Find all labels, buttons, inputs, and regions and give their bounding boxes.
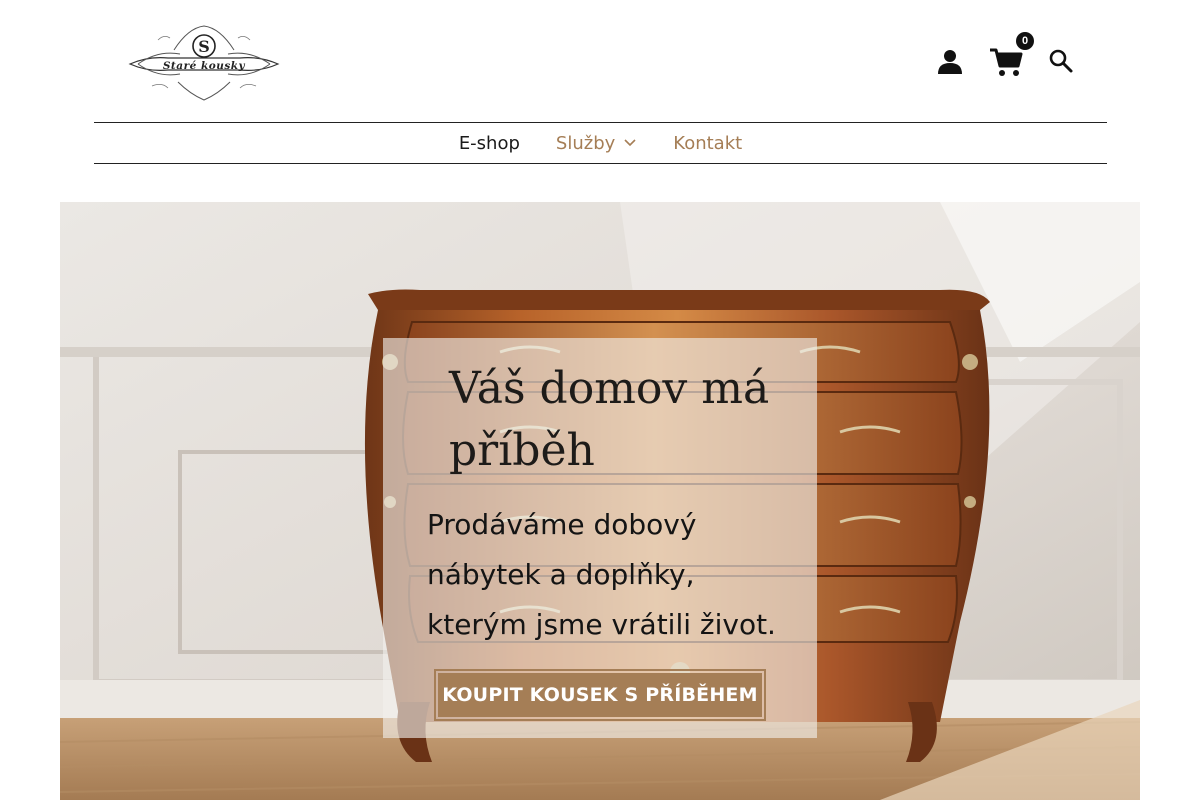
- chevron-down-icon: [624, 139, 636, 147]
- nav-item-kontakt[interactable]: Kontakt: [655, 133, 760, 154]
- hero-title: Váš domov má příběh: [449, 363, 770, 476]
- hero-banner: Váš domov má příběh Prodáváme dobový náb…: [60, 202, 1140, 800]
- nav-item-sluzby[interactable]: Služby: [538, 133, 655, 154]
- cart-icon[interactable]: [988, 44, 1024, 80]
- logo-text: Staré kousky: [162, 60, 246, 72]
- site-header: S Staré kousky 0: [0, 0, 1200, 122]
- hero-subtitle: Prodáváme dobový nábytek a doplňky, kter…: [427, 508, 776, 641]
- site-logo[interactable]: S Staré kousky: [128, 20, 280, 102]
- buy-cta-label: KOUPIT KOUSEK S PŘÍBĚHEM: [438, 673, 762, 717]
- user-icon[interactable]: [934, 48, 966, 76]
- hero-text-panel: Váš domov má příběh Prodáváme dobový náb…: [383, 338, 817, 738]
- nav-item-eshop[interactable]: E-shop: [441, 133, 538, 154]
- buy-cta-button[interactable]: KOUPIT KOUSEK S PŘÍBĚHEM: [434, 669, 766, 721]
- svg-text:S: S: [198, 37, 210, 56]
- main-nav: E-shop Služby Kontakt: [94, 122, 1107, 164]
- cart-count-badge: 0: [1016, 32, 1034, 50]
- search-icon[interactable]: [1048, 48, 1074, 74]
- nav-item-sluzby-label: Služby: [555, 132, 616, 154]
